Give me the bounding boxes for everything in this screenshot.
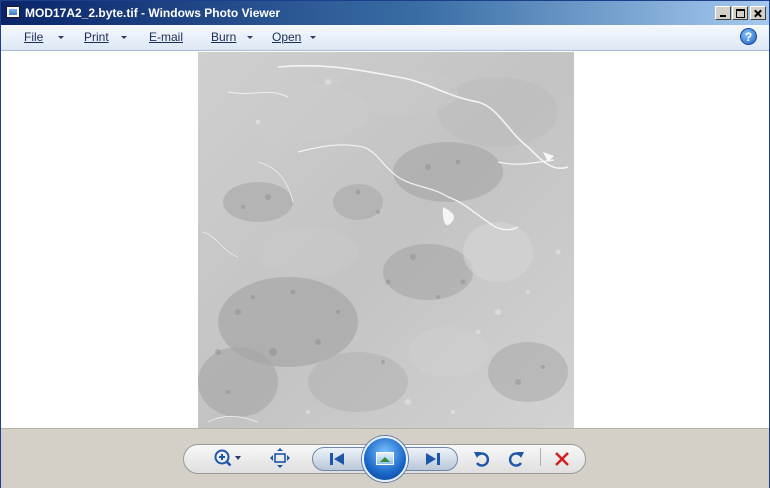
menu-burn-label: Burn — [211, 30, 237, 44]
help-icon[interactable]: ? — [740, 28, 757, 45]
next-icon — [426, 453, 440, 465]
menu-print[interactable]: Print — [84, 25, 109, 50]
previous-icon — [330, 453, 344, 465]
maximize-button[interactable] — [732, 6, 748, 20]
close-button[interactable] — [750, 6, 766, 20]
menu-open-chevron-down-icon[interactable] — [310, 36, 316, 39]
menu-bar: File Print E-mail Burn Open — [1, 25, 769, 51]
rotate-clockwise-button[interactable] — [504, 447, 528, 471]
menu-print-chevron-down-icon[interactable] — [121, 36, 127, 39]
next-button[interactable] — [418, 448, 448, 470]
menu-open[interactable]: Open — [272, 25, 301, 50]
minimize-button[interactable] — [715, 6, 731, 20]
delete-icon — [555, 452, 569, 466]
rotate-counterclockwise-button[interactable] — [470, 447, 494, 471]
menu-print-label: Print — [84, 30, 109, 44]
menu-file-chevron-down-icon[interactable] — [58, 36, 64, 39]
menu-email[interactable]: E-mail — [149, 25, 183, 50]
menu-burn-chevron-down-icon[interactable] — [247, 36, 253, 39]
slideshow-icon — [376, 452, 394, 465]
previous-button[interactable] — [322, 448, 352, 470]
menu-open-label: Open — [272, 30, 302, 44]
slideshow-button[interactable] — [362, 436, 408, 482]
menu-email-label: E-mail — [149, 30, 184, 44]
photo-viewer-window: MOD17A2_2.byte.tif - Windows Photo Viewe… — [0, 0, 770, 488]
title-bar[interactable]: MOD17A2_2.byte.tif - Windows Photo Viewe… — [1, 1, 769, 25]
zoom-button[interactable] — [210, 446, 246, 470]
rotate-counterclockwise-icon — [474, 452, 490, 467]
menu-file[interactable]: File — [24, 25, 43, 50]
menu-burn[interactable]: Burn — [211, 25, 236, 50]
photo-viewer-icon[interactable] — [6, 6, 20, 18]
displayed-image — [198, 52, 574, 428]
window-title: MOD17A2_2.byte.tif - Windows Photo Viewe… — [25, 6, 281, 20]
image-viewport — [1, 51, 769, 428]
delete-button[interactable] — [550, 447, 574, 471]
satellite-image-texture — [198, 52, 574, 428]
actual-size-button[interactable] — [268, 446, 292, 470]
actual-size-icon — [270, 448, 290, 468]
rotate-clockwise-icon — [508, 452, 524, 467]
zoom-icon — [214, 449, 241, 467]
toolbar-separator — [540, 448, 541, 466]
menu-file-label: File — [24, 30, 44, 44]
